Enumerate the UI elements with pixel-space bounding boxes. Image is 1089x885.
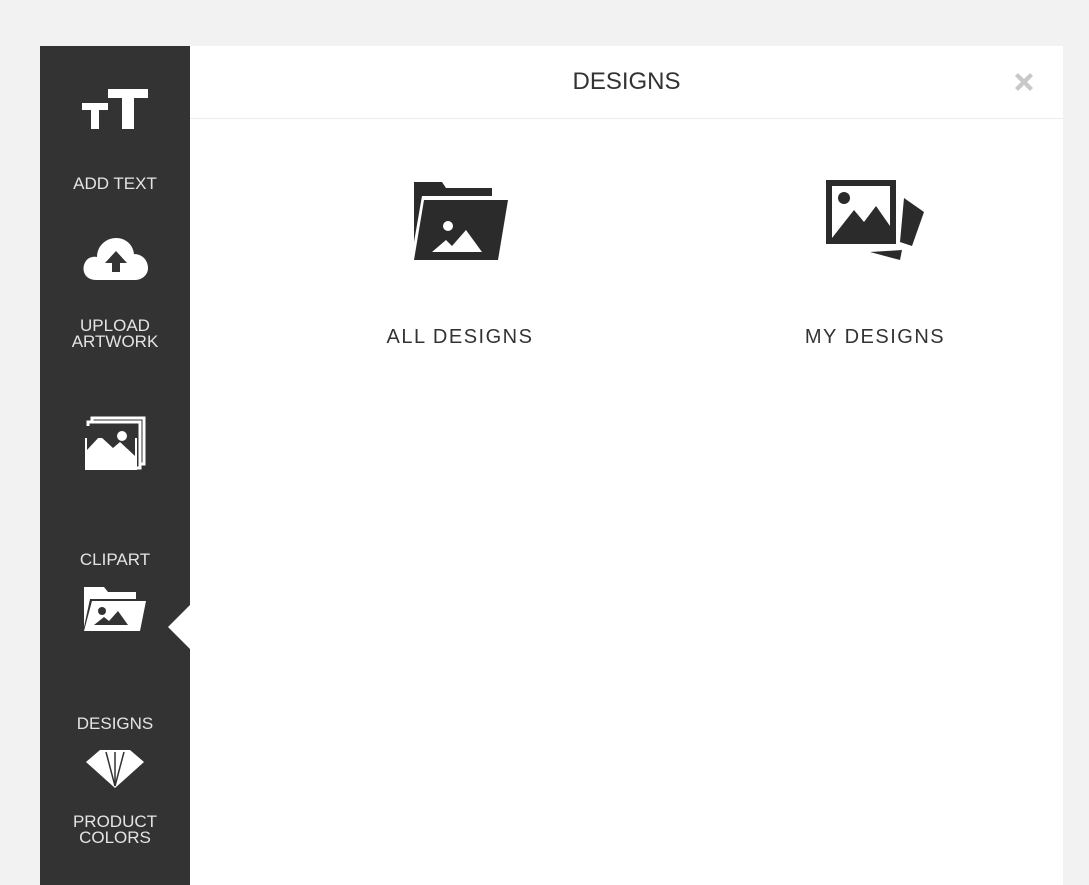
text-size-icon (40, 82, 190, 132)
cloud-upload-icon (40, 232, 190, 284)
images-icon (40, 413, 190, 473)
tile-label: MY DESIGNS (804, 326, 946, 348)
sidebar-item-product-colors[interactable]: PRODUCT COLORS (40, 736, 190, 885)
sidebar: ADD TEXT UPLOAD ARTWORK CLIPART DESIGNS … (40, 46, 190, 885)
sidebar-item-add-text[interactable]: ADD TEXT (40, 46, 190, 206)
designs-panel: DESIGNS ALL DESIGNS MY DESIGNS (190, 46, 1063, 885)
sidebar-item-clipart[interactable]: CLIPART (40, 401, 190, 568)
all-designs-tile[interactable]: ALL DESIGNS (310, 166, 610, 366)
sidebar-item-label: PRODUCT COLORS (72, 812, 158, 847)
designer-app: ADD TEXT UPLOAD ARTWORK CLIPART DESIGNS … (40, 46, 1063, 885)
close-icon (1015, 73, 1033, 91)
folder-image-icon (310, 176, 610, 262)
tile-label: ALL DESIGNS (386, 326, 534, 348)
color-swatch-icon (40, 746, 190, 790)
sidebar-item-label: DESIGNS (76, 714, 154, 733)
panel-title: DESIGNS (572, 68, 681, 95)
my-designs-tile[interactable]: MY DESIGNS (725, 166, 1025, 366)
sidebar-item-label: UPLOAD ARTWORK (71, 316, 159, 351)
sidebar-item-upload-artwork[interactable]: UPLOAD ARTWORK (40, 216, 190, 366)
close-button[interactable] (1008, 66, 1040, 98)
panel-header: DESIGNS (190, 46, 1063, 119)
sidebar-item-label: ADD TEXT (73, 174, 157, 193)
image-stack-icon (725, 176, 1025, 262)
active-indicator (168, 605, 190, 649)
